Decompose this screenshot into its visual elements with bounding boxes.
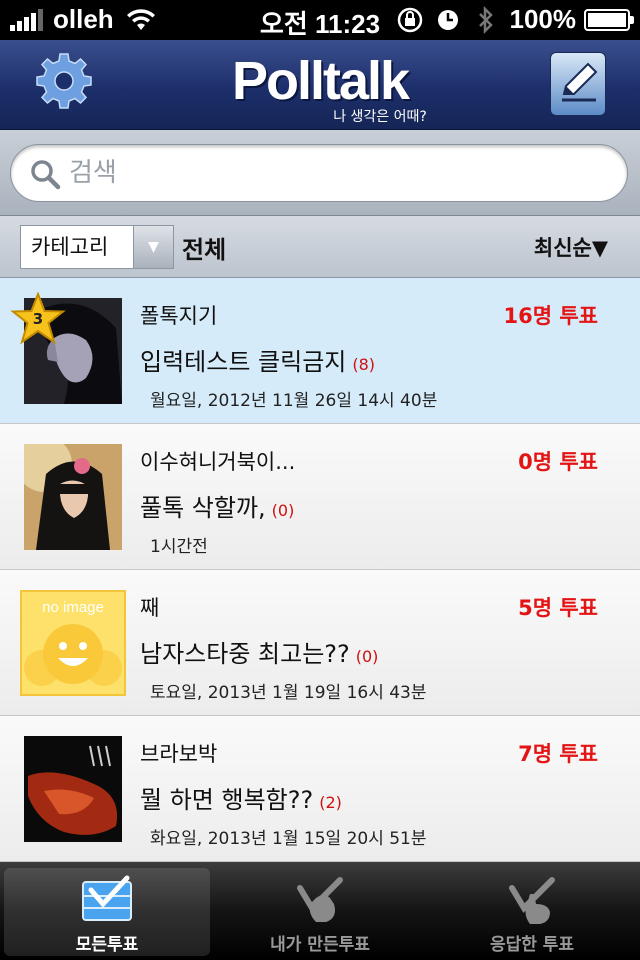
poll-title-line: 뭘 하면 행복함?? (2) bbox=[140, 780, 342, 815]
poll-thumbnail bbox=[24, 444, 122, 550]
search-bar bbox=[0, 130, 640, 216]
no-image-label: no image bbox=[42, 599, 104, 616]
tab-all-polls[interactable]: 모든투표 bbox=[4, 868, 210, 956]
comment-count: (0) bbox=[355, 647, 379, 666]
poll-title-line: 입력테스트 클릭금지 (8) bbox=[140, 342, 375, 377]
rank-star-badge: 3 bbox=[10, 291, 66, 346]
poll-date: 화요일, 2013년 1월 15일 20시 51분 bbox=[150, 829, 427, 849]
tab-label: 내가 만든투표 bbox=[270, 935, 370, 955]
logo-text: Polltalk bbox=[231, 51, 410, 111]
bluetooth-icon bbox=[472, 5, 500, 34]
ballot-check-icon bbox=[77, 874, 137, 926]
app-header: Polltalk 나 생각은 어때? bbox=[0, 40, 640, 130]
battery-icon bbox=[584, 8, 634, 31]
tab-answered-polls[interactable]: 응답한 투표 bbox=[428, 868, 636, 956]
poll-author: 이수혀니거북이... bbox=[140, 450, 296, 474]
hand-check-icon bbox=[290, 874, 350, 926]
sort-order-button[interactable]: 최신순▼ bbox=[534, 232, 608, 262]
orientation-lock-icon bbox=[396, 6, 424, 34]
poll-list-item[interactable]: no image 째 5명 투표 남자스타중 최고는?? (0) 토요일, 201… bbox=[0, 570, 640, 716]
poll-author: 브라보박 bbox=[140, 742, 218, 766]
selected-category: 전체 bbox=[182, 236, 227, 264]
poll-vote-count: 0명 투표 bbox=[518, 450, 598, 474]
chevron-down-icon: ▼ bbox=[133, 226, 173, 268]
poll-vote-count: 5명 투표 bbox=[518, 596, 598, 620]
poll-date: 토요일, 2013년 1월 19일 16시 43분 bbox=[150, 683, 427, 703]
alarm-clock-icon bbox=[434, 6, 462, 34]
battery-percent: 100% bbox=[509, 4, 577, 34]
filter-bar: 카테고리 ▼ 전체 최신순▼ bbox=[0, 216, 640, 278]
comment-count: (8) bbox=[352, 355, 376, 374]
comment-count: (0) bbox=[271, 501, 295, 520]
category-dropdown-label: 카테고리 bbox=[31, 235, 109, 259]
poll-author: 폴톡지기 bbox=[140, 304, 218, 328]
poll-title-line: 남자스타중 최고는?? (0) bbox=[140, 634, 378, 669]
poll-thumbnail bbox=[24, 736, 122, 842]
status-bar: olleh 오전 11:23 100% bbox=[0, 0, 640, 40]
tab-label: 모든투표 bbox=[75, 935, 139, 955]
search-icon bbox=[29, 158, 61, 190]
compose-poll-button[interactable] bbox=[550, 52, 606, 116]
poll-title-line: 풀톡 삭할까, (0) bbox=[140, 488, 294, 523]
tab-my-polls[interactable]: 내가 만든투표 bbox=[216, 868, 424, 956]
poll-list-item[interactable]: 3 폴톡지기 16명 투표 입력테스트 클릭금지 (8) 월요일, 2012년 1… bbox=[0, 278, 640, 424]
poll-vote-count: 16명 투표 bbox=[503, 304, 599, 328]
logo-tagline: 나 생각은 어때? bbox=[333, 109, 427, 125]
poll-list: 3 폴톡지기 16명 투표 입력테스트 클릭금지 (8) 월요일, 2012년 1… bbox=[0, 278, 640, 862]
poll-thumbnail: no image bbox=[20, 590, 126, 696]
search-field[interactable] bbox=[10, 144, 628, 202]
poll-title: 입력테스트 클릭금지 bbox=[140, 348, 347, 376]
search-input[interactable] bbox=[69, 155, 609, 191]
poll-date: 1시간전 bbox=[150, 537, 208, 557]
poll-title: 뭘 하면 행복함?? bbox=[140, 786, 314, 814]
poll-list-item[interactable]: 이수혀니거북이... 0명 투표 풀톡 삭할까, (0) 1시간전 bbox=[0, 424, 640, 570]
poll-title: 남자스타중 최고는?? bbox=[140, 640, 350, 668]
pencil-icon bbox=[556, 60, 600, 108]
poll-vote-count: 7명 투표 bbox=[518, 742, 598, 766]
rank-number: 3 bbox=[32, 310, 44, 328]
app-logo: Polltalk bbox=[0, 50, 640, 112]
poll-title: 풀톡 삭할까, bbox=[140, 494, 266, 522]
tab-label: 응답한 투표 bbox=[489, 935, 575, 955]
comment-count: (2) bbox=[319, 793, 342, 812]
poll-author: 째 bbox=[140, 596, 160, 620]
tab-bar: 모든투표 내가 만든투표 응답한 투표 bbox=[0, 862, 640, 960]
hand-point-icon bbox=[502, 874, 562, 926]
poll-list-item[interactable]: 브라보박 7명 투표 뭘 하면 행복함?? (2) 화요일, 2013년 1월 1… bbox=[0, 716, 640, 862]
poll-date: 월요일, 2012년 11월 26일 14시 40분 bbox=[150, 391, 438, 411]
category-dropdown[interactable]: 카테고리 ▼ bbox=[20, 225, 174, 269]
